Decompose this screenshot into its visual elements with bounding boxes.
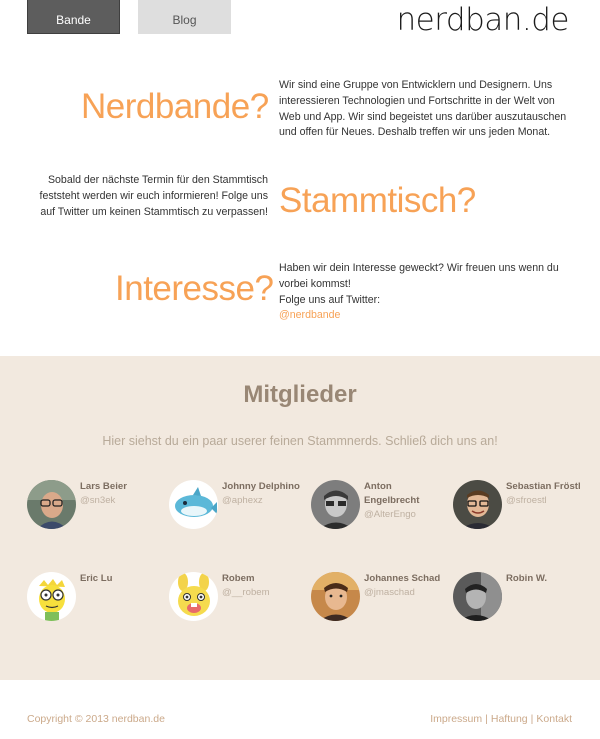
member-handle[interactable]: @sfroestl [506, 494, 590, 508]
stammtisch-heading: Stammtisch? [279, 181, 476, 220]
member-name: Johannes Schad @jmaschad [364, 572, 448, 600]
interesse-line-1: Haben wir dein Interesse geweckt? Wir fr… [279, 262, 559, 290]
member-handle[interactable]: @__robem [222, 586, 306, 600]
member-name: Sebastian Fröstl @sfroestl [506, 480, 590, 508]
photo-person-smiling-icon[interactable] [453, 480, 502, 529]
tab-blog[interactable]: Blog [138, 0, 231, 34]
header: Bande Blog nerdban.de [0, 0, 600, 40]
member-card: Sebastian Fröstl @sfroestl [453, 480, 593, 544]
member-card: Eric Lu [27, 572, 167, 636]
interesse-line-2: Folge uns auf Twitter: [279, 293, 381, 306]
member-card: Robin W. [453, 572, 593, 636]
nerdbande-text: Wir sind eine Gruppe von Entwicklern und… [279, 79, 567, 139]
member-handle[interactable]: @AlterEngo [364, 508, 448, 522]
members-heading: Mitglieder [243, 381, 357, 408]
member-handle[interactable]: @jmaschad [364, 586, 448, 600]
member-card: Johannes Schad @jmaschad [311, 572, 451, 636]
footer-separator: | [485, 713, 488, 725]
site-logo[interactable]: nerdban.de [396, 2, 569, 38]
footer-links: Impressum | Haftung | Kontakt [430, 713, 572, 725]
member-name: Robem @__robem [222, 572, 306, 600]
stammtisch-text: Sobald der nächste Termin für den Stammt… [39, 174, 268, 218]
member-name: Johnny Delphino @aphexz [222, 480, 306, 508]
nerdbande-heading: Nerdbande? [81, 87, 269, 126]
member-name: Eric Lu [80, 573, 113, 584]
member-card: Johnny Delphino @aphexz [169, 480, 309, 544]
tab-bande[interactable]: Bande [27, 0, 120, 34]
member-name: Anton Engelbrecht @AlterEngo [364, 480, 448, 522]
photo-person-bw-icon[interactable] [311, 480, 360, 529]
twitter-link[interactable]: @nerdbande [279, 309, 340, 321]
interesse-heading: Interesse? [115, 269, 274, 308]
member-name: Robin W. [506, 573, 548, 584]
photo-person-bw-dark-icon[interactable] [453, 572, 502, 621]
cartoon-nerd-icon[interactable] [27, 572, 76, 621]
member-card: Robem @__robem [169, 572, 309, 636]
member-handle[interactable]: @sn3ek [80, 494, 164, 508]
photo-person-glasses-icon[interactable] [27, 480, 76, 529]
kontakt-link[interactable]: Kontakt [536, 713, 572, 725]
impressum-link[interactable]: Impressum [430, 713, 482, 725]
cartoon-bunny-icon[interactable] [169, 572, 218, 621]
member-handle[interactable]: @aphexz [222, 494, 306, 508]
copyright-text: Copyright © 2013 nerdban.de [27, 713, 165, 725]
haftung-link[interactable]: Haftung [491, 713, 528, 725]
members-section: Mitglieder Hier siehst du ein paar usere… [0, 356, 600, 680]
member-card: Lars Beier @sn3ek [27, 480, 167, 544]
member-card: Anton Engelbrecht @AlterEngo [311, 480, 451, 544]
photo-person-warm-icon[interactable] [311, 572, 360, 621]
footer: Copyright © 2013 nerdban.de Impressum | Ha… [0, 680, 600, 739]
member-name: Lars Beier @sn3ek [80, 480, 164, 508]
dolphin-icon[interactable] [169, 480, 218, 529]
interesse-text: Haben wir dein Interesse geweckt? Wir fr… [279, 261, 569, 324]
members-subtitle: Hier siehst du ein paar userer feinen St… [102, 434, 498, 448]
